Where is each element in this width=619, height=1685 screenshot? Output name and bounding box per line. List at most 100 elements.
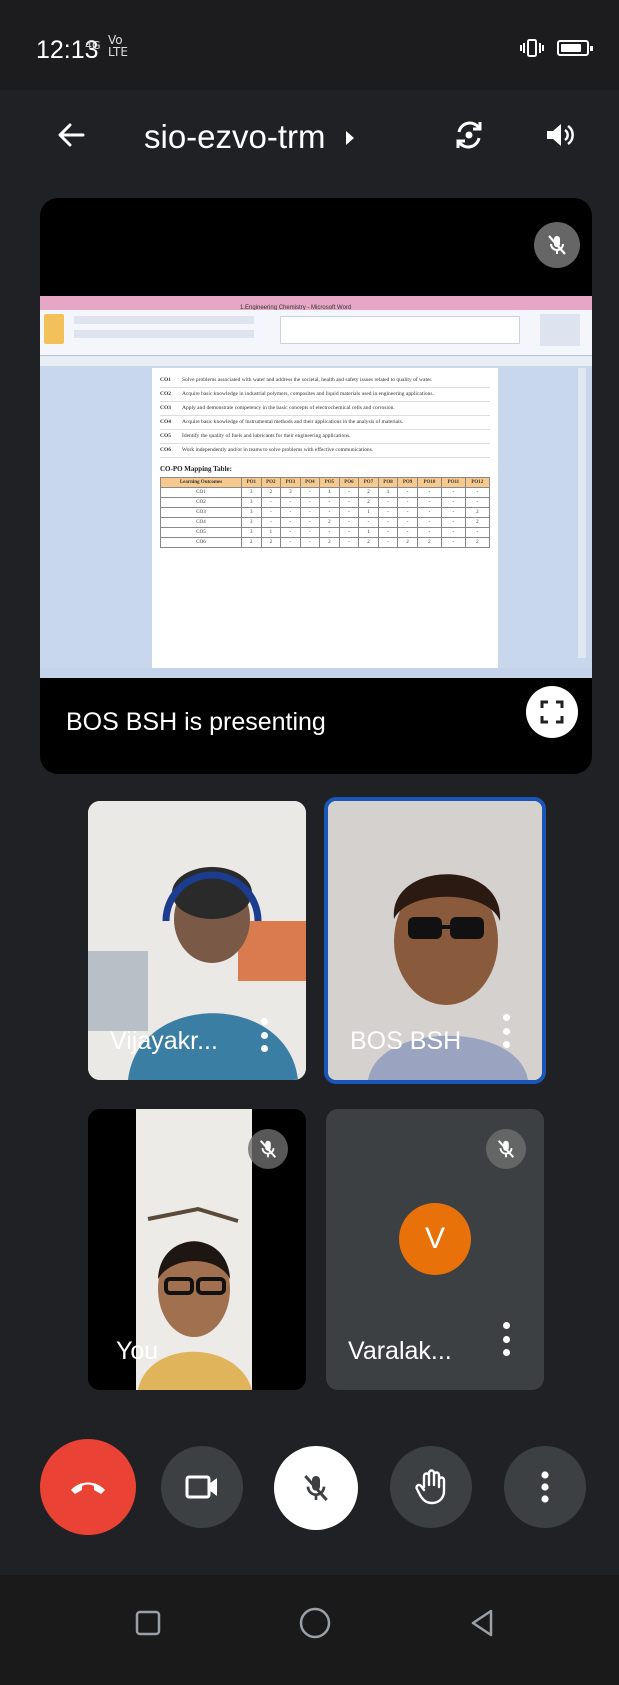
table-cell: - [397, 527, 418, 538]
table-cell: - [338, 517, 360, 528]
table-cell: 2 [358, 537, 379, 548]
table-cell: - [280, 507, 301, 518]
table-cell: - [416, 507, 443, 518]
table-cell: - [397, 507, 418, 518]
more-dot [502, 1014, 510, 1021]
table-header-cell: PO1 [241, 477, 262, 488]
vibrate-icon [520, 39, 544, 57]
table-cell: 3 [241, 517, 262, 528]
participant-name: Vijayakr... [110, 1027, 218, 1055]
document-scrollbar [578, 368, 586, 658]
fullscreen-button[interactable] [526, 686, 578, 738]
system-back-button[interactable] [462, 1603, 502, 1643]
table-cell: - [338, 497, 360, 508]
back-button[interactable] [48, 112, 94, 158]
table-cell: - [441, 507, 466, 518]
mapping-table: Learning Outcomes PO1 PO2 PO3 PO4 PO5 PO6 PO7 PO… [159, 477, 491, 548]
table-cell: 1 [260, 527, 282, 538]
more-dot [502, 1335, 510, 1343]
presenter-muted-badge [534, 222, 580, 268]
arrow-back-icon [58, 123, 85, 147]
table-cell: - [397, 487, 418, 498]
table-cell: 2 [464, 517, 491, 528]
table-cell: 3 [241, 497, 262, 508]
presenting-label: BOS BSH is presenting [66, 708, 326, 736]
participant-tile-active[interactable]: BOS BSH [324, 797, 546, 1084]
table-cell: - [299, 527, 321, 538]
more-options-button[interactable] [504, 1446, 586, 1528]
table-cell: - [377, 497, 399, 508]
camera-toggle-button[interactable] [161, 1446, 243, 1528]
participant-more-button[interactable] [496, 1011, 516, 1051]
presentation-tile[interactable]: 1.Engineering Chemistry - Microsoft Word… [40, 198, 592, 774]
table-header-cell: PO4 [299, 477, 321, 488]
mic-off-icon [259, 1140, 277, 1158]
table-cell: 2 [319, 517, 340, 528]
table-header-cell: Learning Outcomes [159, 477, 243, 488]
signal-label: 4G [85, 39, 101, 52]
table-cell: 3 [241, 507, 262, 518]
more-dot [502, 1349, 510, 1356]
table-row: CO2 3- - - - -2- - - - - [159, 497, 491, 508]
table-row: CO4 3- - -2- - - - - -2 [159, 517, 491, 528]
table-row: CO6 2 2- -2-2-2 2-2 [159, 537, 491, 548]
end-call-button[interactable] [40, 1439, 136, 1535]
network-line2: LTE [108, 45, 128, 59]
more-dot [502, 1041, 510, 1048]
microphone-toggle-button[interactable] [274, 1446, 358, 1530]
course-outcome-row: CO3 Apply and demonstrate competency in t… [160, 402, 490, 416]
participant-tile[interactable]: V Varalak... [326, 1109, 544, 1390]
table-cell: CO5 [159, 527, 243, 538]
mic-off-icon [548, 235, 566, 255]
table-cell: 1 [358, 527, 379, 538]
speaker-icon [547, 124, 574, 146]
table-cell: - [358, 517, 379, 528]
course-outcome-code: CO3 [160, 405, 171, 411]
triangle-back-icon [471, 1609, 493, 1637]
mapping-title: CO-PO Mapping Table: [160, 465, 232, 473]
table-row: CO3 3- - - - -1- - - -2 [159, 507, 491, 518]
table-cell: - [416, 497, 443, 508]
table-cell: 3 [241, 527, 262, 538]
table-cell: - [441, 497, 466, 508]
course-outcome-row: CO5 Identify the quality of fuels and lub… [160, 430, 490, 444]
table-cell: - [299, 507, 321, 518]
table-header-cell: PO9 [397, 477, 418, 488]
raise-hand-button[interactable] [390, 1446, 472, 1528]
table-header-cell: PO10 [416, 477, 443, 488]
table-cell: - [397, 497, 418, 508]
self-tile[interactable]: You [88, 1109, 306, 1390]
participant-tile[interactable]: Vijayakr... [88, 801, 306, 1080]
table-cell: 1 [319, 487, 340, 498]
table-cell: - [397, 517, 418, 528]
table-cell: CO4 [159, 517, 243, 528]
course-outcome-code: CO2 [160, 391, 171, 397]
participant-more-button[interactable] [496, 1319, 516, 1359]
recents-button[interactable] [128, 1603, 168, 1643]
audio-output-button[interactable] [534, 110, 584, 160]
raise-hand-icon [415, 1469, 446, 1505]
participant-more-button[interactable] [254, 1015, 274, 1055]
more-dot [502, 1027, 510, 1035]
table-cell: 1 [358, 507, 379, 518]
table-cell: 2 [358, 487, 379, 498]
table-cell: 2 [416, 537, 443, 548]
table-cell: - [377, 537, 399, 548]
table-cell: - [319, 527, 340, 538]
home-button[interactable] [293, 1601, 337, 1645]
table-cell: - [299, 497, 321, 508]
table-cell: - [416, 487, 443, 498]
fullscreen-icon [540, 700, 564, 724]
course-outcome-row: CO2 Acquire basic knowledge in industrial… [160, 388, 490, 402]
table-header-cell: PO7 [358, 477, 379, 488]
switch-camera-button[interactable] [444, 110, 494, 160]
table-cell: - [464, 527, 491, 538]
course-outcome-row: CO4 Acquire basic knowledge of instrument… [160, 416, 490, 430]
table-cell: - [464, 487, 491, 498]
status-icons [519, 38, 593, 58]
table-cell: - [280, 517, 301, 528]
meeting-code[interactable]: sio-ezvo-trm [144, 118, 357, 156]
participant-name: BOS BSH [350, 1027, 462, 1055]
table-header-cell: PO5 [319, 477, 340, 488]
table-cell: - [441, 537, 466, 548]
